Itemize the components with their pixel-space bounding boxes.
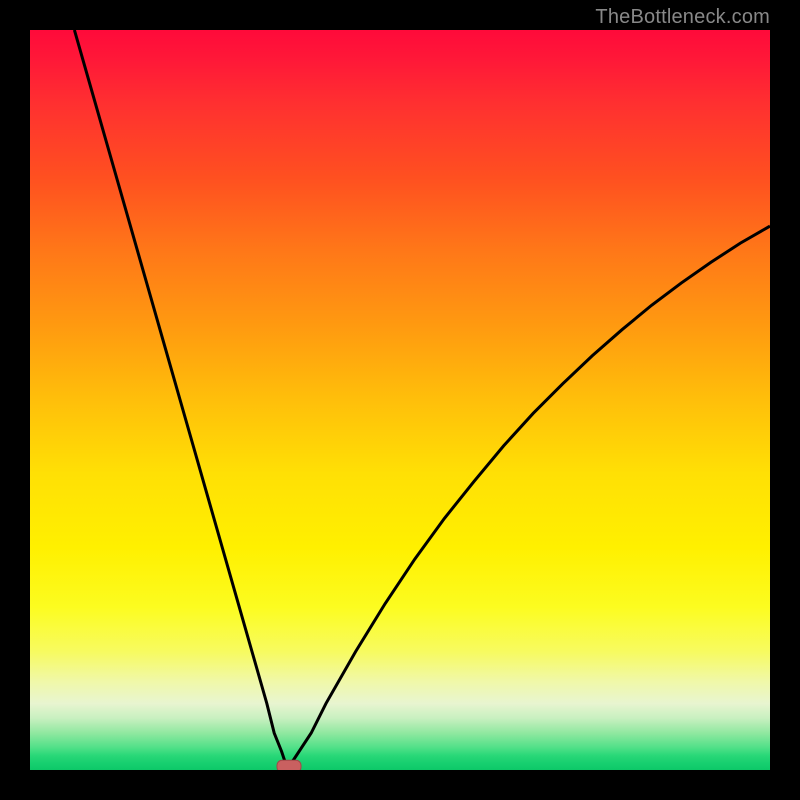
minimum-marker — [277, 760, 301, 770]
watermark-text: TheBottleneck.com — [595, 6, 770, 29]
bottleneck-curve — [74, 30, 770, 763]
chart-frame: TheBottleneck.com — [0, 0, 800, 800]
chart-svg — [30, 30, 770, 770]
plot-area — [30, 30, 770, 770]
